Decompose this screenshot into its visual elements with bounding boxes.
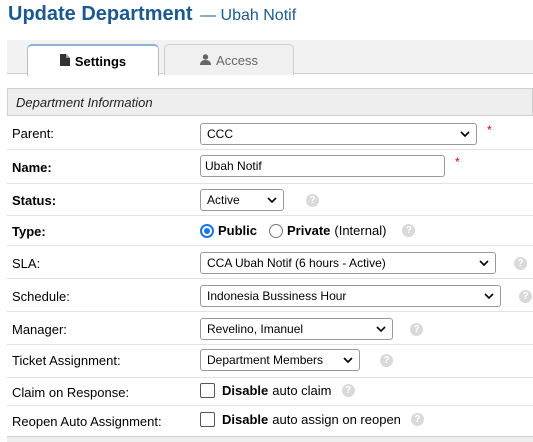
row-reopen-auto-assignment: Reopen Auto Assignment: Disable auto ass… (7, 406, 533, 436)
chevron-down-icon (267, 197, 277, 203)
section-footer (7, 436, 533, 442)
tab-access[interactable]: Access (164, 44, 294, 75)
manager-select[interactable]: Revelino, Imanuel (200, 318, 393, 340)
status-label: Status: (12, 193, 57, 208)
type-private-suffix: (Internal) (334, 223, 387, 238)
reopen-auto-assignment-checkbox[interactable] (200, 412, 215, 427)
tab-bar: Settings Access (7, 40, 533, 76)
sla-value: CCA Ubah Notif (6 hours - Active) (207, 256, 386, 270)
type-public-radio[interactable] (200, 223, 214, 238)
row-schedule: Schedule: Indonesia Bussiness Hour ? (7, 279, 533, 312)
section-title: Department Information (16, 94, 153, 110)
reopen-auto-assignment-label: Reopen Auto Assignment: (12, 414, 162, 429)
parent-label: Parent: (12, 126, 54, 141)
ticket-assignment-label: Ticket Assignment: (12, 353, 121, 368)
help-icon[interactable]: ? (519, 289, 532, 303)
help-icon[interactable]: ? (380, 353, 393, 367)
status-select[interactable]: Active (200, 189, 284, 211)
schedule-value: Indonesia Bussiness Hour (207, 289, 347, 303)
section-header: Department Information (7, 88, 533, 116)
help-icon[interactable]: ? (410, 413, 424, 426)
reopen-disable-bold: Disable (222, 412, 269, 427)
help-icon[interactable]: ? (402, 224, 416, 237)
file-icon (59, 53, 75, 69)
required-marker: * (487, 123, 492, 137)
row-manager: Manager: Revelino, Imanuel ? (7, 312, 533, 345)
row-ticket-assignment: Ticket Assignment: Department Members ? (7, 345, 533, 378)
tab-settings-label: Settings (74, 53, 127, 69)
sla-label: SLA: (12, 256, 41, 271)
help-icon[interactable]: ? (306, 193, 319, 207)
reopen-disable-text: auto assign on reopen (272, 412, 401, 427)
row-name: Name: Ubah Notif * (7, 150, 533, 184)
help-icon[interactable]: ? (341, 384, 355, 397)
row-type: Type: Public Private (Internal) ? (7, 216, 533, 246)
page-title: Update Department — Ubah Notif (8, 3, 296, 26)
type-private-radio[interactable] (269, 223, 284, 238)
user-icon (200, 53, 216, 68)
manager-label: Manager: (12, 322, 67, 337)
row-sla: SLA: CCA Ubah Notif (6 hours - Active) ? (7, 246, 533, 279)
sla-select[interactable]: CCA Ubah Notif (6 hours - Active) (200, 252, 496, 274)
chevron-down-icon (376, 326, 386, 332)
chevron-down-icon (460, 131, 470, 137)
ticket-assignment-value: Department Members (207, 353, 324, 367)
tab-settings[interactable]: Settings (27, 44, 159, 76)
claim-disable-bold: Disable (222, 383, 269, 398)
chevron-down-icon (343, 357, 353, 363)
required-marker: * (455, 155, 460, 169)
parent-select[interactable]: CCC (200, 123, 477, 145)
page-title-main: Update Department (8, 3, 193, 25)
help-icon[interactable]: ? (410, 322, 423, 336)
type-public-label: Public (218, 223, 258, 238)
manager-value: Revelino, Imanuel (207, 322, 304, 336)
name-input[interactable]: Ubah Notif (200, 155, 445, 177)
name-label: Name: (12, 160, 52, 175)
row-status: Status: Active ? (7, 184, 533, 216)
row-parent: Parent: CCC * (7, 117, 533, 150)
status-value: Active (207, 193, 240, 207)
page-title-department: — Ubah Notif (200, 7, 297, 24)
row-claim-on-response: Claim on Response: Disable auto claim ? (7, 378, 533, 406)
ticket-assignment-select[interactable]: Department Members (200, 349, 360, 371)
type-label: Type: (12, 224, 46, 239)
help-icon[interactable]: ? (514, 256, 527, 270)
claim-on-response-checkbox[interactable] (200, 383, 215, 398)
tab-access-label: Access (216, 52, 258, 68)
chevron-down-icon (484, 293, 494, 299)
schedule-select[interactable]: Indonesia Bussiness Hour (200, 285, 501, 307)
schedule-label: Schedule: (12, 289, 70, 304)
claim-on-response-label: Claim on Response: (12, 385, 130, 400)
type-private-label: Private (287, 223, 331, 238)
parent-value: CCC (207, 127, 233, 141)
claim-disable-text: auto claim (272, 383, 332, 398)
chevron-down-icon (479, 260, 489, 266)
